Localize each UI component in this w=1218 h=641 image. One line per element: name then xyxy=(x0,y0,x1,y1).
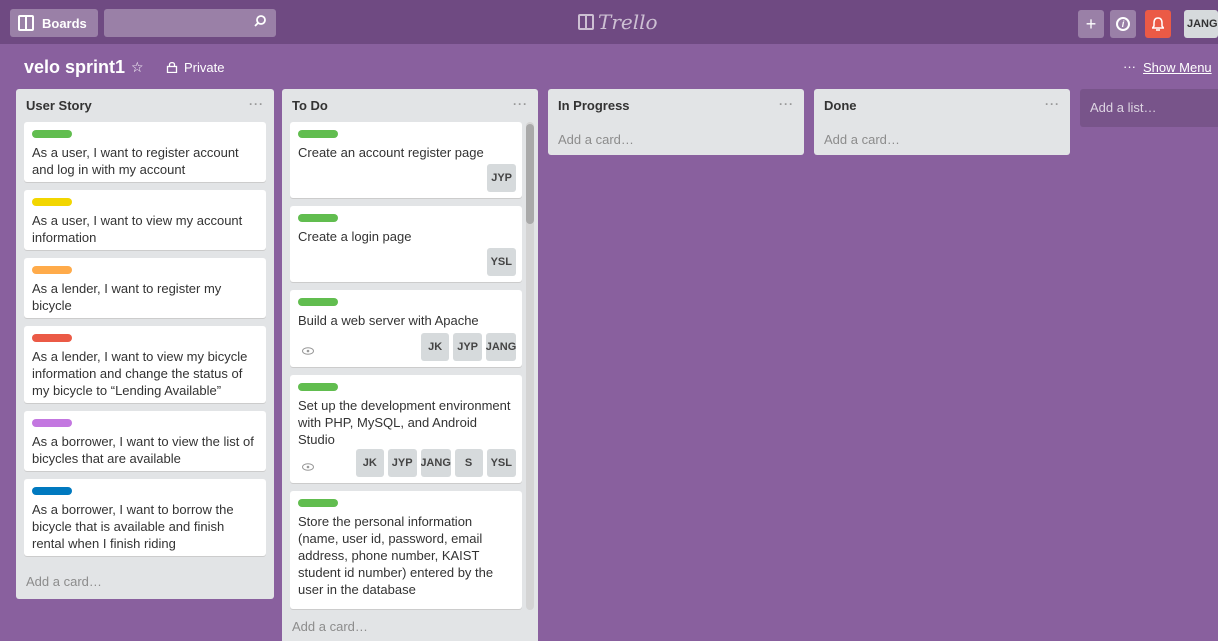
list-card[interactable]: As a borrower, I want to view the list o… xyxy=(24,411,266,471)
list-to-do: To Do ··· Create an account register pag… xyxy=(282,89,538,641)
card-members: YSL xyxy=(486,248,516,276)
list-card[interactable]: As a user, I want to register account an… xyxy=(24,122,266,182)
list-title: To Do xyxy=(292,98,328,113)
list-header[interactable]: Done ··· xyxy=(814,89,1070,121)
plus-icon: + xyxy=(1085,13,1097,34)
list-card[interactable]: Store the personal information (name, us… xyxy=(290,491,522,609)
logo-text: Trello xyxy=(598,10,658,34)
card-label xyxy=(32,266,72,274)
card-title: As a user, I want to view my account inf… xyxy=(32,213,243,245)
list-card[interactable]: As a lender, I want to register my bicyc… xyxy=(24,258,266,318)
user-avatar[interactable]: JANG xyxy=(1184,10,1218,38)
card-members: JK JYP JANG S YSL xyxy=(355,449,516,477)
add-list-button[interactable]: Add a list… xyxy=(1080,89,1218,127)
list-card[interactable]: As a user, I want to view my account inf… xyxy=(24,190,266,250)
bell-icon xyxy=(1152,17,1164,31)
watch-eye-icon xyxy=(302,347,314,355)
watch-eye-icon xyxy=(302,463,314,471)
member-avatar[interactable]: YSL xyxy=(486,248,516,276)
list-menu-icon[interactable]: ··· xyxy=(513,97,528,111)
list-title: In Progress xyxy=(558,98,630,113)
member-avatar[interactable]: JANG xyxy=(420,449,451,477)
list-menu-icon[interactable]: ··· xyxy=(1045,97,1060,111)
list-user-story: User Story ··· As a user, I want to regi… xyxy=(16,89,274,599)
card-label xyxy=(298,499,338,507)
list-header[interactable]: To Do ··· xyxy=(282,89,538,121)
member-avatar[interactable]: JYP xyxy=(487,164,516,192)
lock-icon[interactable] xyxy=(166,61,178,73)
list-card[interactable]: As a lender, I want to view my bicycle i… xyxy=(24,326,266,403)
search-icon[interactable] xyxy=(254,15,266,27)
trello-logo[interactable]: Trello xyxy=(578,10,658,34)
list-card[interactable]: Set up the development environment with … xyxy=(290,375,522,483)
card-label xyxy=(32,334,72,342)
logo-icon xyxy=(578,14,594,30)
scrollbar-thumb[interactable] xyxy=(526,124,534,224)
boards-button[interactable]: Boards xyxy=(10,9,98,37)
card-members: JYP xyxy=(487,164,516,192)
privacy-label[interactable]: Private xyxy=(184,60,224,75)
info-button[interactable]: i xyxy=(1110,10,1136,38)
card-label xyxy=(32,130,72,138)
list-title: Done xyxy=(824,98,857,113)
member-avatar[interactable]: YSL xyxy=(486,449,516,477)
boards-icon xyxy=(18,15,34,31)
list-done: Done ··· Add a card… xyxy=(814,89,1070,155)
card-label xyxy=(32,419,72,427)
list-in-progress: In Progress ··· Add a card… xyxy=(548,89,804,155)
add-card-button[interactable]: Add a card… xyxy=(292,619,368,634)
card-title: As a borrower, I want to view the list o… xyxy=(32,434,254,466)
member-avatar[interactable]: JYP xyxy=(387,449,417,477)
card-label xyxy=(32,487,72,495)
board-title[interactable]: velo sprint1 xyxy=(24,57,125,78)
list-menu-icon[interactable]: ··· xyxy=(249,97,264,111)
boards-label: Boards xyxy=(42,15,87,31)
list-header[interactable]: In Progress ··· xyxy=(548,89,804,121)
member-avatar[interactable]: S xyxy=(454,449,483,477)
list-header[interactable]: User Story ··· xyxy=(16,89,274,121)
add-card-button[interactable]: Add a card… xyxy=(824,132,900,147)
card-label xyxy=(298,130,338,138)
list-card[interactable]: As a borrower, I want to borrow the bicy… xyxy=(24,479,266,556)
search-input[interactable] xyxy=(104,9,276,37)
list-card[interactable]: Create an account register page JYP xyxy=(290,122,522,198)
member-avatar[interactable]: JK xyxy=(355,449,384,477)
top-header: Boards Trello + i JANG xyxy=(0,0,1218,44)
card-label xyxy=(32,198,72,206)
info-icon: i xyxy=(1116,17,1130,31)
member-avatar[interactable]: JYP xyxy=(453,333,482,361)
card-title: As a user, I want to register account an… xyxy=(32,145,239,177)
add-card-button[interactable]: Add a card… xyxy=(558,132,634,147)
card-title: Build a web server with Apache xyxy=(298,313,479,328)
card-title: As a lender, I want to view my bicycle i… xyxy=(32,349,248,398)
list-card[interactable]: Create a login page YSL xyxy=(290,206,522,282)
card-title: Store the personal information (name, us… xyxy=(298,514,494,597)
more-dots-icon[interactable]: ··· xyxy=(1123,59,1136,74)
card-title: As a borrower, I want to borrow the bicy… xyxy=(32,502,234,551)
card-label xyxy=(298,214,338,222)
add-button[interactable]: + xyxy=(1078,10,1104,38)
list-title: User Story xyxy=(26,98,92,113)
member-avatar[interactable]: JK xyxy=(421,333,450,361)
card-title: Set up the development environment with … xyxy=(298,398,511,447)
card-label xyxy=(298,298,338,306)
card-title: Create a login page xyxy=(298,229,412,244)
card-title: As a lender, I want to register my bicyc… xyxy=(32,281,222,313)
list-menu-icon[interactable]: ··· xyxy=(779,97,794,111)
show-menu-link[interactable]: Show Menu xyxy=(1143,60,1212,75)
star-icon[interactable]: ☆ xyxy=(131,59,144,76)
card-label xyxy=(298,383,338,391)
notifications-button[interactable] xyxy=(1145,10,1171,38)
card-title: Create an account register page xyxy=(298,145,484,160)
member-avatar[interactable]: JANG xyxy=(486,333,516,361)
card-members: JK JYP JANG xyxy=(421,333,516,361)
add-card-button[interactable]: Add a card… xyxy=(26,574,102,589)
list-card[interactable]: Build a web server with Apache JK JYP JA… xyxy=(290,290,522,367)
